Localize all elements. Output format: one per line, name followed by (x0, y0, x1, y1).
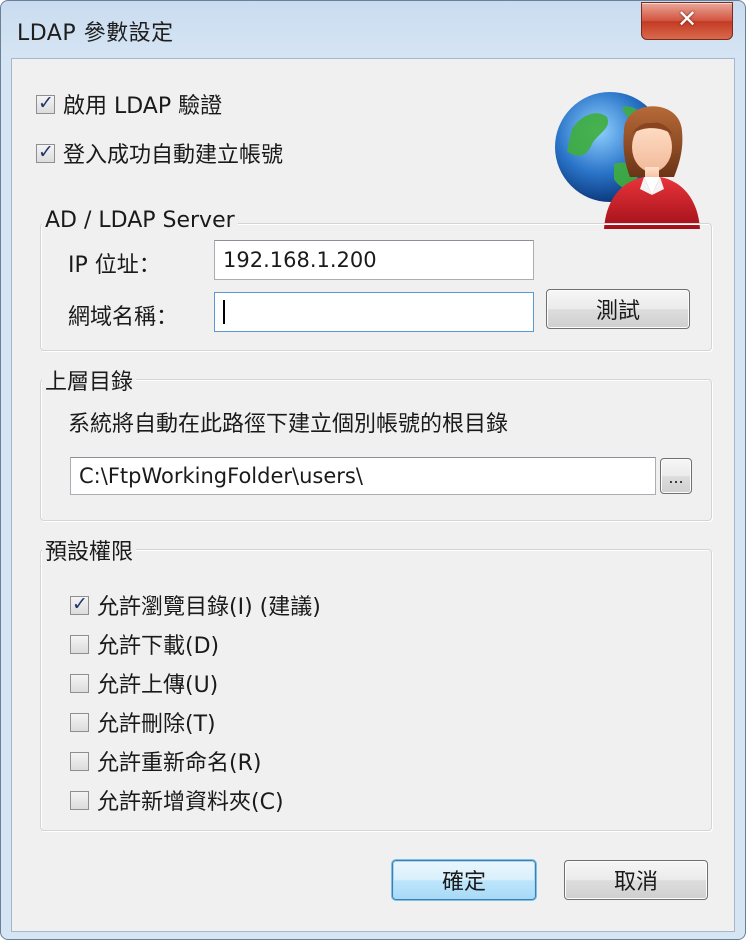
ldap-settings-dialog: LDAP 參數設定 ✕ 啟用 LDAP 驗證 登入成功自動建立帳號 (0, 0, 746, 940)
root-path-input[interactable]: C:\FtpWorkingFolder\users\ (70, 457, 656, 495)
permission-download-checkbox[interactable] (70, 634, 89, 654)
cancel-button[interactable]: 取消 (564, 860, 708, 900)
enable-ldap-option[interactable]: 啟用 LDAP 驗證 (36, 88, 222, 120)
title-bar[interactable]: LDAP 參數設定 ✕ (1, 1, 745, 57)
ok-button[interactable]: 確定 (392, 860, 536, 900)
permission-new-folder-option[interactable]: 允許新增資料夾(C) (70, 784, 284, 816)
permissions-group-title: 預設權限 (42, 534, 137, 566)
enable-ldap-checkbox[interactable] (36, 92, 55, 114)
close-button[interactable]: ✕ (641, 2, 733, 40)
text-caret (223, 300, 225, 324)
permission-download-label: 允許下載(D) (97, 634, 220, 659)
root-directory-group (40, 379, 712, 521)
auto-create-account-option[interactable]: 登入成功自動建立帳號 (36, 137, 283, 169)
permission-delete-checkbox[interactable] (70, 712, 89, 732)
permission-download-option[interactable]: 允許下載(D) (70, 628, 219, 660)
window-title: LDAP 參數設定 (17, 21, 174, 46)
test-connection-button[interactable]: 測試 (546, 289, 690, 329)
permission-upload-option[interactable]: 允許上傳(U) (70, 667, 218, 699)
permission-browse-option[interactable]: 允許瀏覽目錄(I) (建議) (70, 589, 321, 621)
permission-new-folder-label: 允許新增資料夾(C) (97, 790, 284, 815)
permission-browse-checkbox[interactable] (70, 593, 89, 615)
ip-address-input[interactable]: 192.168.1.200 (214, 240, 534, 280)
permission-delete-label: 允許刪除(T) (97, 712, 216, 737)
permission-upload-checkbox[interactable] (70, 673, 89, 693)
auto-create-account-checkbox[interactable] (36, 141, 55, 163)
close-icon: ✕ (676, 5, 698, 33)
permission-rename-checkbox[interactable] (70, 751, 89, 771)
auto-create-account-label: 登入成功自動建立帳號 (63, 143, 284, 168)
ip-label: IP 位址： (68, 253, 161, 278)
ldap-user-globe-icon (555, 92, 700, 229)
domain-name-input[interactable] (214, 292, 534, 332)
permission-rename-option[interactable]: 允許重新命名(R) (70, 745, 261, 777)
ip-address-value: 192.168.1.200 (223, 248, 377, 272)
permission-rename-label: 允許重新命名(R) (97, 751, 262, 776)
permission-browse-label: 允許瀏覽目錄(I) (建議) (97, 595, 321, 620)
permission-new-folder-checkbox[interactable] (70, 790, 89, 810)
enable-ldap-label: 啟用 LDAP 驗證 (63, 94, 223, 119)
permission-delete-option[interactable]: 允許刪除(T) (70, 706, 216, 738)
dialog-body: 啟用 LDAP 驗證 登入成功自動建立帳號 (11, 58, 735, 932)
server-group-title: AD / LDAP Server (42, 208, 238, 233)
root-directory-description: 系統將自動在此路徑下建立個別帳號的根目錄 (68, 412, 509, 437)
browse-folder-button[interactable]: ... (660, 458, 692, 494)
permission-upload-label: 允許上傳(U) (97, 673, 219, 698)
domain-label: 網域名稱： (68, 305, 179, 330)
root-path-value: C:\FtpWorkingFolder\users\ (79, 464, 363, 488)
root-directory-group-title: 上層目錄 (42, 364, 137, 396)
